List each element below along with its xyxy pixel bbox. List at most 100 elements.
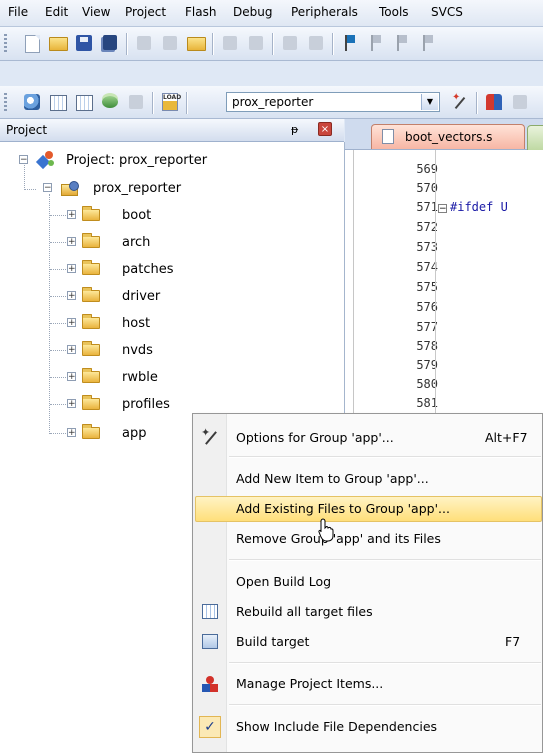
clear-bookmarks-button[interactable] (418, 33, 438, 53)
menu-peripherals[interactable]: Peripherals (291, 5, 358, 19)
menu-debug[interactable]: Debug (233, 5, 272, 19)
paste-button[interactable] (186, 33, 206, 53)
menu-options-for-group[interactable]: Options for Group 'app'... Alt+F7 (195, 425, 542, 451)
prev-bookmark-icon (371, 35, 381, 51)
tree-group[interactable]: + patches (0, 259, 340, 281)
menu-rebuild-all[interactable]: Rebuild all target files (195, 599, 542, 625)
build-button[interactable] (48, 92, 68, 112)
bookmark-button[interactable] (340, 33, 360, 53)
collapse-icon[interactable]: − (43, 183, 52, 193)
translate-button[interactable] (22, 92, 42, 112)
batch-build-button[interactable] (100, 92, 120, 112)
folder-icon (82, 395, 100, 410)
tree-target[interactable]: − prox_reporter (0, 178, 340, 200)
prev-bookmark-button[interactable] (366, 33, 386, 53)
menu-manage-project-items[interactable]: Manage Project Items... (195, 671, 542, 697)
new-file-icon (25, 35, 40, 53)
target-options-button[interactable] (450, 92, 470, 112)
menu-view[interactable]: View (82, 5, 110, 19)
expand-icon[interactable]: + (67, 291, 76, 301)
nav-forward-button[interactable] (306, 33, 326, 53)
tree-group[interactable]: + nvds (0, 340, 340, 362)
save-button[interactable] (74, 33, 94, 53)
menu-label: Build target (236, 634, 310, 649)
target-select[interactable]: prox_reporter ▼ (226, 92, 440, 112)
menu-label: Show Include File Dependencies (236, 719, 438, 734)
folder-icon (82, 424, 100, 439)
toolbar-grip[interactable] (4, 34, 7, 54)
tree-root-project[interactable]: − Project: prox_reporter (0, 150, 340, 172)
target-label: prox_reporter (93, 181, 182, 196)
menu-add-existing-files[interactable]: Add Existing Files to Group 'app'... (195, 496, 542, 522)
folder-icon (82, 233, 100, 248)
menu-open-build-log[interactable]: Open Build Log (195, 569, 542, 595)
expand-icon[interactable]: + (67, 345, 76, 355)
expand-icon[interactable]: + (67, 264, 76, 274)
collapse-icon[interactable]: − (19, 155, 28, 165)
new-file-button[interactable] (22, 33, 42, 53)
download-button[interactable]: LOAD (160, 92, 181, 112)
paste-icon (187, 37, 206, 51)
menu-edit[interactable]: Edit (45, 5, 68, 19)
chevron-down-icon[interactable]: ▼ (421, 94, 438, 110)
menu-show-include-deps[interactable]: ✓ Show Include File Dependencies (195, 714, 542, 740)
tree-group[interactable]: + host (0, 313, 340, 335)
menu-svcs[interactable]: SVCS (431, 5, 463, 19)
undo-button[interactable] (220, 33, 240, 53)
menu-separator (229, 704, 541, 706)
tree-group[interactable]: + driver (0, 286, 340, 308)
layers-icon (513, 95, 527, 109)
expand-icon[interactable]: + (67, 399, 76, 409)
clear-bookmarks-icon (423, 35, 433, 51)
menu-label: Remove Group 'app' and its Files (236, 531, 441, 546)
tab-boot-vectors[interactable]: boot_vectors.s (371, 124, 525, 149)
toolbar-separator (332, 33, 333, 55)
expand-icon[interactable]: + (67, 428, 76, 438)
open-folder-icon (49, 37, 68, 51)
tree-group[interactable]: + arch (0, 232, 340, 254)
redo-button[interactable] (246, 33, 266, 53)
menu-add-new-item[interactable]: Add New Item to Group 'app'... (195, 466, 542, 492)
stop-build-button[interactable] (126, 92, 146, 112)
expand-icon[interactable]: + (67, 210, 76, 220)
tab-next-file[interactable] (527, 125, 543, 151)
pin-icon[interactable]: ᵽ (291, 123, 298, 136)
fold-toggle-icon[interactable]: − (438, 204, 447, 214)
menu-separator (229, 559, 541, 561)
menu-project[interactable]: Project (125, 5, 166, 19)
tree-group[interactable]: + rwble (0, 367, 340, 389)
manage-project-button[interactable] (484, 92, 504, 112)
close-panel-button[interactable]: × (318, 122, 332, 136)
expand-icon[interactable]: + (67, 237, 76, 247)
rebuild-button[interactable] (74, 92, 94, 112)
project-icon (35, 151, 56, 170)
save-all-button[interactable] (100, 33, 120, 53)
save-icon (76, 35, 92, 51)
arrow-left-icon (283, 36, 297, 50)
menu-file[interactable]: File (8, 5, 28, 19)
copy-button[interactable] (160, 33, 180, 53)
next-bookmark-icon (397, 35, 407, 51)
line-number: 580 (416, 377, 438, 391)
toolbar-grip[interactable] (4, 93, 7, 113)
cut-button[interactable] (134, 33, 154, 53)
line-number: 569 (416, 162, 438, 176)
extra-toolbar-button[interactable] (510, 92, 530, 112)
line-number: 577 (416, 320, 438, 334)
expand-icon[interactable]: + (67, 318, 76, 328)
code-line-571: #ifdef U (450, 200, 508, 214)
menu-build-target[interactable]: Build target F7 (195, 629, 542, 655)
undo-icon (223, 36, 237, 50)
tree-group[interactable]: + boot (0, 205, 340, 227)
next-bookmark-button[interactable] (392, 33, 412, 53)
expand-icon[interactable]: + (67, 372, 76, 382)
rebuild-icon (201, 603, 219, 621)
line-number: 571 (416, 200, 438, 214)
open-file-button[interactable] (48, 33, 68, 53)
menu-flash[interactable]: Flash (185, 5, 216, 19)
target-folder-icon (61, 181, 79, 196)
menu-remove-group[interactable]: Remove Group 'app' and its Files (195, 526, 542, 552)
menu-bar: File Edit View Project Flash Debug Perip… (0, 0, 543, 27)
menu-tools[interactable]: Tools (379, 5, 409, 19)
nav-back-button[interactable] (280, 33, 300, 53)
